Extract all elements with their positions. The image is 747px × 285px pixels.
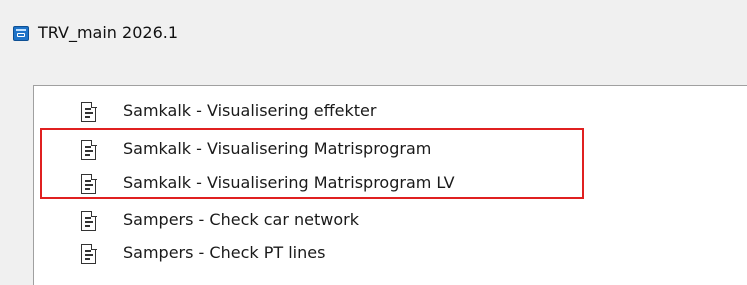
- tree-item-label: Sampers - Check car network: [123, 210, 359, 229]
- window-title-bar: TRV_main 2026.1: [0, 0, 747, 60]
- tree-item-label: Samkalk - Visualisering Matrisprogram LV: [123, 173, 455, 192]
- tree-item-label: Samkalk - Visualisering Matrisprogram: [123, 139, 432, 158]
- tree-item-label: Samkalk - Visualisering effekter: [123, 101, 377, 120]
- document-icon: [81, 210, 97, 231]
- document-icon: [81, 243, 97, 264]
- document-icon: [81, 139, 97, 160]
- document-icon: [81, 101, 97, 122]
- window-title: TRV_main 2026.1: [38, 23, 179, 42]
- document-icon: [81, 173, 97, 194]
- tree-item-label: Sampers - Check PT lines: [123, 243, 326, 262]
- app-window-icon: [13, 26, 29, 41]
